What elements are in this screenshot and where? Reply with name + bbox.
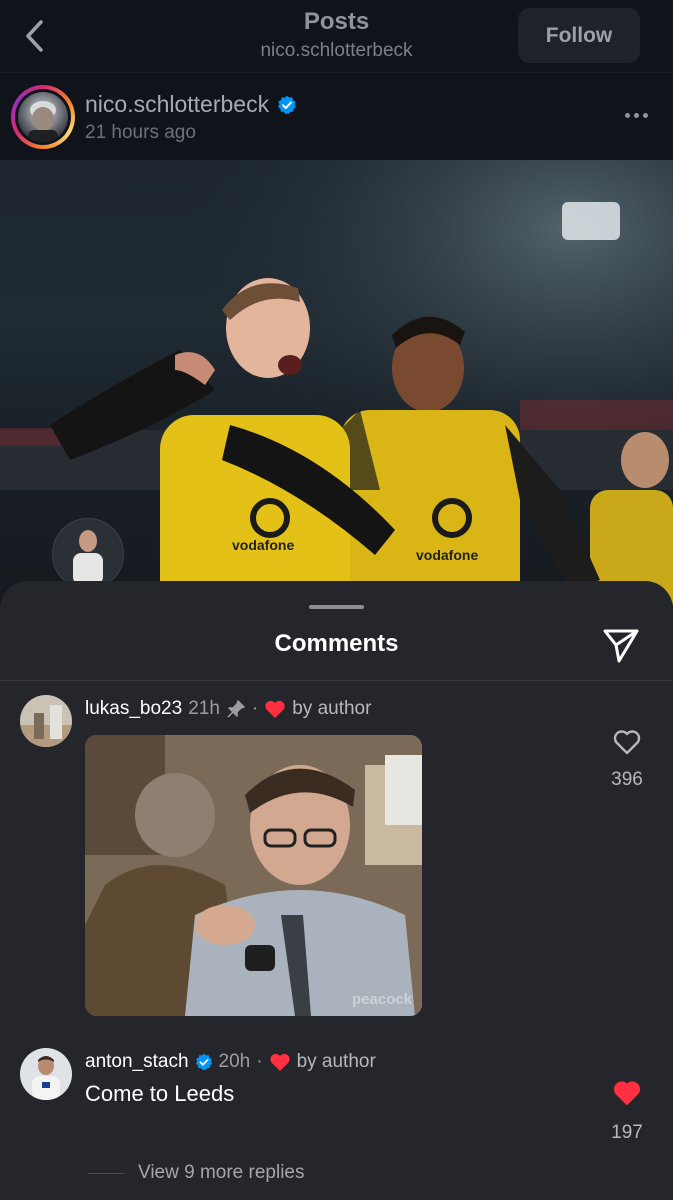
jersey-logo-right: vodafone — [416, 547, 478, 563]
author-heart-icon — [265, 700, 285, 718]
commenter-avatar-image — [20, 1048, 72, 1100]
verified-badge-icon — [195, 1053, 212, 1071]
commenter-avatar[interactable] — [20, 695, 72, 747]
jersey-logo-left: vodafone — [232, 537, 294, 553]
post-photo[interactable]: vodafone vodafone — [0, 160, 673, 620]
view-more-replies[interactable]: View 9 more replies — [88, 1162, 305, 1184]
author-avatar-image — [28, 101, 58, 142]
gif-watermark: peacock — [351, 991, 412, 1008]
commenter-avatar-image — [20, 695, 72, 747]
share-button[interactable] — [601, 625, 641, 665]
like-heart-filled-icon[interactable] — [612, 1079, 642, 1107]
commenter-username[interactable]: lukas_bo23 — [85, 698, 182, 720]
sheet-drag-handle[interactable] — [309, 605, 364, 609]
separator-dot: · — [251, 698, 259, 719]
separator-dot: · — [256, 1051, 263, 1072]
post-header: nico.schlotterbeck 21 hours ago — [0, 72, 673, 161]
author-heart-icon — [269, 1053, 290, 1071]
like-count: 197 — [611, 1122, 643, 1143]
commenter-avatar[interactable] — [20, 1048, 72, 1100]
replies-divider-line — [88, 1172, 124, 1174]
comments-title: Comments — [274, 630, 399, 657]
follow-button[interactable]: Follow — [518, 8, 640, 63]
tagged-user-avatar-image — [73, 530, 103, 585]
liked-by-author-label: by author — [292, 698, 372, 719]
comment-meta: lukas_bo23 21h · by author — [85, 698, 371, 720]
comment-text: Come to Leeds — [85, 1081, 235, 1106]
send-icon — [603, 629, 639, 663]
comments-sheet: Comments lukas_bo23 21h · by author peac… — [0, 581, 673, 1200]
post-timestamp: 21 hours ago — [85, 122, 196, 143]
author-avatar[interactable] — [11, 85, 75, 149]
view-more-replies-label[interactable]: View 9 more replies — [138, 1162, 305, 1184]
top-navigation-bar: Posts nico.schlotterbeck Follow — [0, 0, 673, 72]
sheet-divider — [0, 680, 673, 681]
author-username-row[interactable]: nico.schlotterbeck — [85, 91, 297, 118]
like-count: 396 — [611, 769, 643, 790]
liked-by-author-label: by author — [296, 1051, 376, 1072]
screen: Posts nico.schlotterbeck Follow nico.sch… — [0, 0, 673, 1200]
gif-illustration — [85, 735, 422, 1016]
comment-time: 21h — [188, 698, 220, 719]
more-dot-icon — [624, 112, 630, 118]
more-dot-icon — [642, 112, 648, 118]
verified-badge-icon — [278, 95, 296, 114]
pin-icon — [227, 700, 245, 718]
tagged-user-avatar[interactable] — [52, 518, 124, 590]
author-username[interactable]: nico.schlotterbeck — [85, 91, 269, 118]
comment-gif[interactable]: peacock — [85, 735, 422, 1016]
more-dot-icon — [633, 112, 639, 118]
commenter-username[interactable]: anton_stach — [85, 1051, 189, 1073]
like-heart-outline-icon[interactable] — [612, 728, 642, 756]
comment-meta: anton_stach 20h · by author — [85, 1051, 376, 1073]
more-options-button[interactable] — [621, 103, 651, 127]
comment-time: 20h — [218, 1051, 251, 1072]
